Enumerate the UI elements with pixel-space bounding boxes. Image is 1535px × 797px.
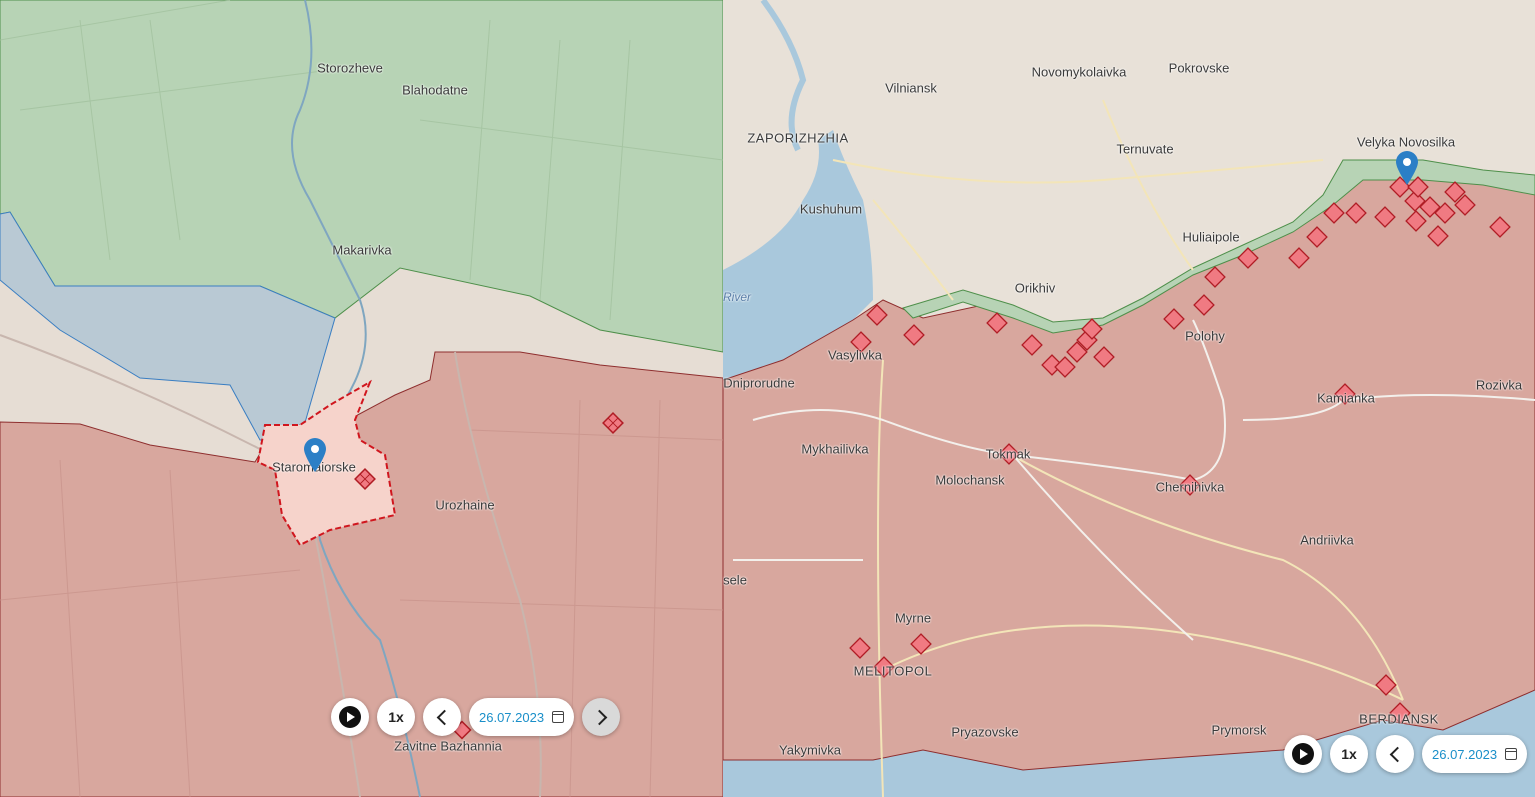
label-kamianka: Kamianka — [1317, 390, 1375, 406]
date-picker[interactable]: 26.07.2023 — [1422, 735, 1528, 773]
label-molochansk: Molochansk — [935, 472, 1005, 488]
label-vilniansk: Vilniansk — [885, 80, 937, 96]
label-yakymivka: Yakymivka — [779, 742, 841, 758]
date-picker[interactable]: 26.07.2023 — [469, 698, 575, 736]
date-value: 26.07.2023 — [1432, 746, 1498, 762]
label-berdiansk: BERDIANSK — [1359, 711, 1439, 727]
chevron-right-icon — [591, 709, 607, 725]
play-button[interactable] — [1284, 735, 1322, 773]
label-pryazovske: Pryazovske — [951, 724, 1019, 740]
label-huliaipole: Huliaipole — [1182, 229, 1240, 245]
label-melitopol: MELITOPOL — [853, 663, 933, 679]
label-velyka-novosilka: Velyka Novosilka — [1356, 134, 1456, 150]
label-orikhiv: Orikhiv — [1014, 280, 1056, 296]
label-makarivka: Makarivka — [332, 242, 392, 258]
label-urozhaine: Urozhaine — [435, 497, 495, 513]
previous-date-button[interactable] — [423, 698, 461, 736]
location-pin-icon[interactable] — [304, 438, 326, 472]
label-sele: sele — [723, 572, 747, 588]
speed-button[interactable]: 1x — [377, 698, 415, 736]
label-pokrovske: Pokrovske — [1168, 60, 1230, 76]
play-icon — [339, 706, 361, 728]
date-value: 26.07.2023 — [479, 709, 545, 725]
label-polohy: Polohy — [1185, 328, 1225, 344]
calendar-icon — [552, 711, 565, 723]
label-ternuvate: Ternuvate — [1116, 141, 1174, 157]
label-zavitne-bazhannia: Zavitne Bazhannia — [394, 738, 502, 754]
label-river: River — [723, 290, 752, 304]
label-mykhailivka: Mykhailivka — [801, 441, 869, 457]
previous-date-button[interactable] — [1376, 735, 1414, 773]
label-vasylivka: Vasylivka — [828, 347, 882, 363]
label-chernihivka: Chernihivka — [1155, 479, 1225, 495]
right-map-canvas[interactable] — [723, 0, 1535, 797]
label-storozheve: Storozheve — [317, 60, 383, 76]
next-date-button[interactable] — [582, 698, 621, 736]
right-timeline-controls: 1x 26.07.2023 — [1284, 735, 1528, 773]
speed-button[interactable]: 1x — [1330, 735, 1368, 773]
label-kushuhum: Kushuhum — [799, 201, 863, 217]
label-blahodatne: Blahodatne — [402, 82, 468, 98]
label-andriivka: Andriivka — [1300, 532, 1354, 548]
right-map-panel[interactable]: Vilniansk Novomykolaivka Pokrovske ZAPOR… — [723, 0, 1535, 797]
play-button[interactable] — [331, 698, 369, 736]
calendar-icon — [1505, 748, 1518, 760]
left-map-panel[interactable]: Storozheve Blahodatne Makarivka Staromai… — [0, 0, 723, 797]
label-prymorsk: Prymorsk — [1211, 722, 1267, 738]
left-timeline-controls: 1x 26.07.2023 — [331, 698, 621, 736]
chevron-left-icon — [1389, 746, 1405, 762]
play-icon — [1292, 743, 1314, 765]
label-myrne: Myrne — [894, 610, 932, 626]
label-dniprorudne: Dniprorudne — [723, 375, 795, 391]
label-novomykolaivka: Novomykolaivka — [1031, 64, 1127, 80]
chevron-left-icon — [436, 709, 452, 725]
label-tokmak: Tokmak — [985, 446, 1031, 462]
label-rozivka: Rozivka — [1475, 377, 1523, 393]
label-zaporizhzhia: ZAPORIZHZHIA — [747, 130, 849, 146]
left-map-canvas[interactable] — [0, 0, 723, 797]
location-pin-icon[interactable] — [1396, 151, 1418, 185]
